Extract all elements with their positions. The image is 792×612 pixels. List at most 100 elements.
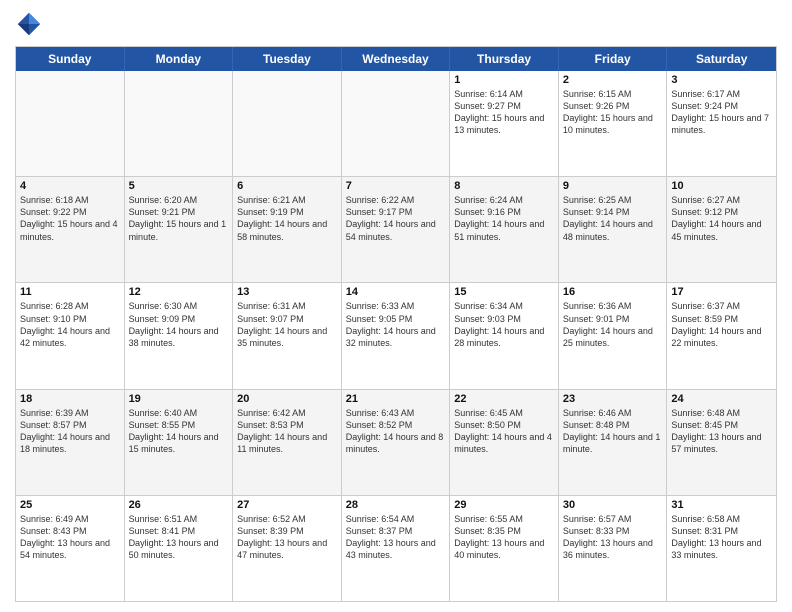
day-number: 3 <box>671 74 772 86</box>
day-number: 26 <box>129 499 229 511</box>
day-info: Sunrise: 6:43 AM Sunset: 8:52 PM Dayligh… <box>346 407 446 456</box>
day-number: 21 <box>346 393 446 405</box>
calendar-header: SundayMondayTuesdayWednesdayThursdayFrid… <box>16 47 776 71</box>
day-number: 19 <box>129 393 229 405</box>
calendar-cell: 17 Sunrise: 6:37 AM Sunset: 8:59 PM Dayli… <box>667 283 776 388</box>
day-info: Sunrise: 6:55 AM Sunset: 8:35 PM Dayligh… <box>454 513 554 562</box>
day-number: 1 <box>454 74 554 86</box>
day-number: 15 <box>454 286 554 298</box>
day-number: 25 <box>20 499 120 511</box>
calendar-cell: 20 Sunrise: 6:42 AM Sunset: 8:53 PM Dayli… <box>233 390 342 495</box>
day-number: 29 <box>454 499 554 511</box>
calendar-cell: 7 Sunrise: 6:22 AM Sunset: 9:17 PM Daylig… <box>342 177 451 282</box>
day-info: Sunrise: 6:15 AM Sunset: 9:26 PM Dayligh… <box>563 88 663 137</box>
day-number: 17 <box>671 286 772 298</box>
header-day-friday: Friday <box>559 47 668 71</box>
calendar-cell: 22 Sunrise: 6:45 AM Sunset: 8:50 PM Dayli… <box>450 390 559 495</box>
day-number: 14 <box>346 286 446 298</box>
header-day-monday: Monday <box>125 47 234 71</box>
day-number: 16 <box>563 286 663 298</box>
day-number: 28 <box>346 499 446 511</box>
calendar-cell: 31 Sunrise: 6:58 AM Sunset: 8:31 PM Dayli… <box>667 496 776 601</box>
day-number: 20 <box>237 393 337 405</box>
day-info: Sunrise: 6:54 AM Sunset: 8:37 PM Dayligh… <box>346 513 446 562</box>
calendar-cell: 27 Sunrise: 6:52 AM Sunset: 8:39 PM Dayli… <box>233 496 342 601</box>
day-info: Sunrise: 6:31 AM Sunset: 9:07 PM Dayligh… <box>237 300 337 349</box>
header-day-thursday: Thursday <box>450 47 559 71</box>
calendar-cell: 5 Sunrise: 6:20 AM Sunset: 9:21 PM Daylig… <box>125 177 234 282</box>
day-info: Sunrise: 6:14 AM Sunset: 9:27 PM Dayligh… <box>454 88 554 137</box>
day-info: Sunrise: 6:17 AM Sunset: 9:24 PM Dayligh… <box>671 88 772 137</box>
calendar-row-0: 1 Sunrise: 6:14 AM Sunset: 9:27 PM Daylig… <box>16 71 776 176</box>
day-number: 27 <box>237 499 337 511</box>
day-info: Sunrise: 6:57 AM Sunset: 8:33 PM Dayligh… <box>563 513 663 562</box>
calendar-cell <box>233 71 342 176</box>
day-number: 24 <box>671 393 772 405</box>
day-number: 11 <box>20 286 120 298</box>
calendar-cell: 18 Sunrise: 6:39 AM Sunset: 8:57 PM Dayli… <box>16 390 125 495</box>
calendar-cell: 10 Sunrise: 6:27 AM Sunset: 9:12 PM Dayli… <box>667 177 776 282</box>
day-info: Sunrise: 6:42 AM Sunset: 8:53 PM Dayligh… <box>237 407 337 456</box>
day-info: Sunrise: 6:45 AM Sunset: 8:50 PM Dayligh… <box>454 407 554 456</box>
calendar-cell: 3 Sunrise: 6:17 AM Sunset: 9:24 PM Daylig… <box>667 71 776 176</box>
calendar-cell: 11 Sunrise: 6:28 AM Sunset: 9:10 PM Dayli… <box>16 283 125 388</box>
day-info: Sunrise: 6:28 AM Sunset: 9:10 PM Dayligh… <box>20 300 120 349</box>
day-info: Sunrise: 6:51 AM Sunset: 8:41 PM Dayligh… <box>129 513 229 562</box>
day-info: Sunrise: 6:37 AM Sunset: 8:59 PM Dayligh… <box>671 300 772 349</box>
calendar-cell: 8 Sunrise: 6:24 AM Sunset: 9:16 PM Daylig… <box>450 177 559 282</box>
day-info: Sunrise: 6:48 AM Sunset: 8:45 PM Dayligh… <box>671 407 772 456</box>
calendar-body: 1 Sunrise: 6:14 AM Sunset: 9:27 PM Daylig… <box>16 71 776 601</box>
calendar-cell: 16 Sunrise: 6:36 AM Sunset: 9:01 PM Dayli… <box>559 283 668 388</box>
day-info: Sunrise: 6:46 AM Sunset: 8:48 PM Dayligh… <box>563 407 663 456</box>
day-info: Sunrise: 6:20 AM Sunset: 9:21 PM Dayligh… <box>129 194 229 243</box>
calendar-cell: 30 Sunrise: 6:57 AM Sunset: 8:33 PM Dayli… <box>559 496 668 601</box>
day-info: Sunrise: 6:49 AM Sunset: 8:43 PM Dayligh… <box>20 513 120 562</box>
calendar: SundayMondayTuesdayWednesdayThursdayFrid… <box>15 46 777 602</box>
day-number: 31 <box>671 499 772 511</box>
day-info: Sunrise: 6:36 AM Sunset: 9:01 PM Dayligh… <box>563 300 663 349</box>
day-info: Sunrise: 6:58 AM Sunset: 8:31 PM Dayligh… <box>671 513 772 562</box>
calendar-cell: 28 Sunrise: 6:54 AM Sunset: 8:37 PM Dayli… <box>342 496 451 601</box>
calendar-cell: 14Sunrise: 6:33 AM Sunset: 9:05 PM Dayli… <box>342 283 451 388</box>
day-number: 6 <box>237 180 337 192</box>
calendar-row-1: 4 Sunrise: 6:18 AM Sunset: 9:22 PM Daylig… <box>16 176 776 282</box>
calendar-cell: 1 Sunrise: 6:14 AM Sunset: 9:27 PM Daylig… <box>450 71 559 176</box>
calendar-cell: 12 Sunrise: 6:30 AM Sunset: 9:09 PM Dayli… <box>125 283 234 388</box>
day-number: 23 <box>563 393 663 405</box>
day-number: 18 <box>20 393 120 405</box>
calendar-cell: 9Sunrise: 6:25 AM Sunset: 9:14 PM Daylig… <box>559 177 668 282</box>
day-info: Sunrise: 6:34 AM Sunset: 9:03 PM Dayligh… <box>454 300 554 349</box>
day-info: Sunrise: 6:39 AM Sunset: 8:57 PM Dayligh… <box>20 407 120 456</box>
day-number: 22 <box>454 393 554 405</box>
calendar-cell: 4 Sunrise: 6:18 AM Sunset: 9:22 PM Daylig… <box>16 177 125 282</box>
day-info: Sunrise: 6:18 AM Sunset: 9:22 PM Dayligh… <box>20 194 120 243</box>
calendar-cell: 2 Sunrise: 6:15 AM Sunset: 9:26 PM Daylig… <box>559 71 668 176</box>
day-info: Sunrise: 6:40 AM Sunset: 8:55 PM Dayligh… <box>129 407 229 456</box>
calendar-row-3: 18 Sunrise: 6:39 AM Sunset: 8:57 PM Dayli… <box>16 389 776 495</box>
day-number: 5 <box>129 180 229 192</box>
day-number: 30 <box>563 499 663 511</box>
logo-icon <box>15 10 43 38</box>
day-info: Sunrise: 6:52 AM Sunset: 8:39 PM Dayligh… <box>237 513 337 562</box>
calendar-cell: 25 Sunrise: 6:49 AM Sunset: 8:43 PM Dayli… <box>16 496 125 601</box>
day-number: 8 <box>454 180 554 192</box>
day-number: 4 <box>20 180 120 192</box>
calendar-cell <box>125 71 234 176</box>
day-number: 9 <box>563 180 663 192</box>
calendar-row-4: 25 Sunrise: 6:49 AM Sunset: 8:43 PM Dayli… <box>16 495 776 601</box>
day-number: 12 <box>129 286 229 298</box>
day-number: 7 <box>346 180 446 192</box>
day-number: 10 <box>671 180 772 192</box>
day-info: Sunrise: 6:27 AM Sunset: 9:12 PM Dayligh… <box>671 194 772 243</box>
day-info: Sunrise: 6:22 AM Sunset: 9:17 PM Dayligh… <box>346 194 446 243</box>
day-info: Sunrise: 6:30 AM Sunset: 9:09 PM Dayligh… <box>129 300 229 349</box>
calendar-cell: 21 Sunrise: 6:43 AM Sunset: 8:52 PM Dayli… <box>342 390 451 495</box>
day-info: Sunrise: 6:24 AM Sunset: 9:16 PM Dayligh… <box>454 194 554 243</box>
header-day-sunday: Sunday <box>16 47 125 71</box>
header <box>15 10 777 38</box>
calendar-cell: 23 Sunrise: 6:46 AM Sunset: 8:48 PM Dayli… <box>559 390 668 495</box>
calendar-cell: 19 Sunrise: 6:40 AM Sunset: 8:55 PM Dayli… <box>125 390 234 495</box>
day-number: 2 <box>563 74 663 86</box>
calendar-cell <box>16 71 125 176</box>
page: SundayMondayTuesdayWednesdayThursdayFrid… <box>0 0 792 612</box>
